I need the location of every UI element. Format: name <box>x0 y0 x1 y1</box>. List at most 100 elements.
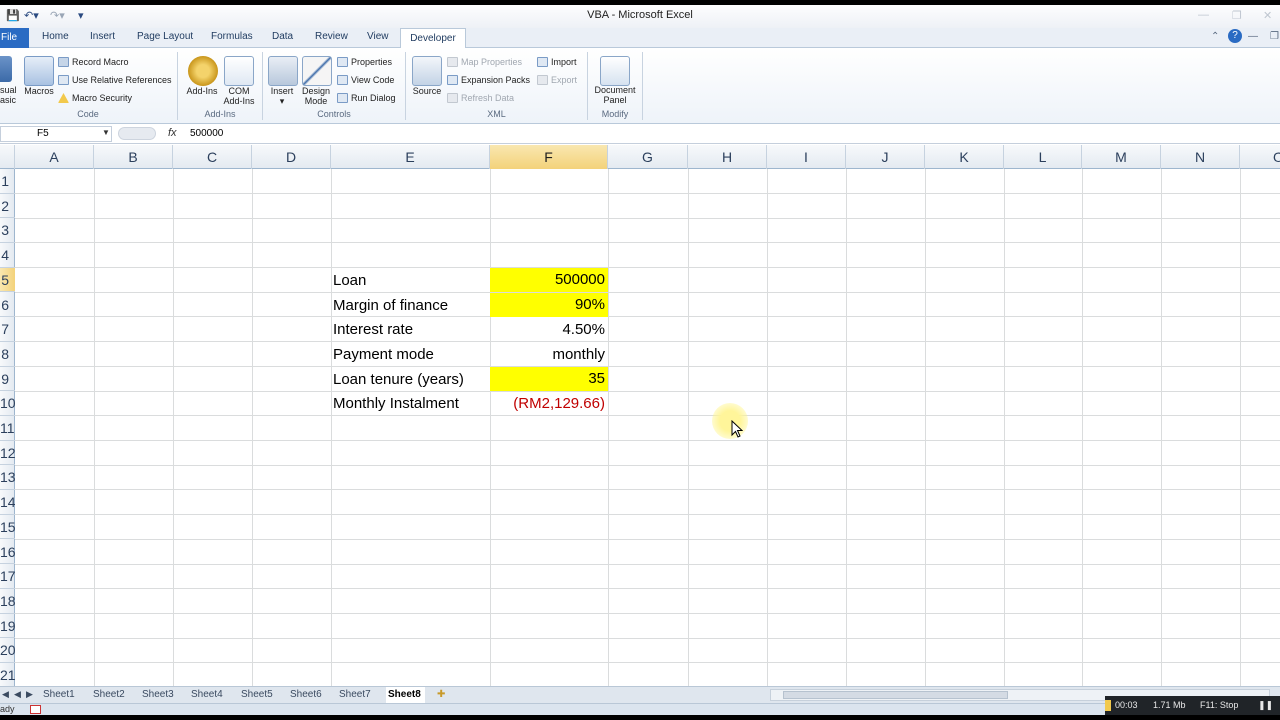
document-panel-icon[interactable] <box>600 56 630 86</box>
import-button[interactable]: Import <box>537 57 577 67</box>
insert-function-icon[interactable]: fx <box>168 127 177 139</box>
record-macro-button[interactable]: Record Macro <box>58 57 129 67</box>
tab-view[interactable]: View <box>367 31 389 42</box>
row-header-3[interactable]: 3 <box>0 218 15 244</box>
sheet-tab-6[interactable]: Sheet6 <box>290 689 322 700</box>
sheet-tab-1[interactable]: Sheet1 <box>43 689 75 700</box>
refresh-data-button[interactable]: Refresh Data <box>447 93 514 103</box>
formula-bar-expand-handle[interactable] <box>118 127 156 140</box>
col-header-c[interactable]: C <box>173 145 252 169</box>
sheet-tab-3[interactable]: Sheet3 <box>142 689 174 700</box>
wb-restore-icon[interactable]: ❐ <box>1270 31 1279 42</box>
col-header-n[interactable]: N <box>1161 145 1240 169</box>
document-panel-button[interactable]: Document Panel <box>590 85 640 105</box>
col-header-m[interactable]: M <box>1082 145 1161 169</box>
visual-basic-button[interactable]: sual asic <box>0 85 18 105</box>
tab-file[interactable]: File <box>0 28 29 48</box>
close-icon[interactable]: ✕ <box>1263 9 1272 22</box>
sheet-tab-4[interactable]: Sheet4 <box>191 689 223 700</box>
worksheet-grid[interactable]: A B C D E F G H I J K L M N O 1 2 3 4 5 … <box>0 145 1280 686</box>
source-button[interactable]: Source <box>406 86 448 96</box>
name-box[interactable]: F5 <box>0 126 112 142</box>
properties-button[interactable]: Properties <box>337 57 392 67</box>
row-header-7[interactable]: 7 <box>0 317 15 342</box>
row-header-12[interactable]: 12 <box>0 441 15 466</box>
col-header-b[interactable]: B <box>94 145 173 169</box>
use-relative-references-button[interactable]: Use Relative References <box>58 75 172 85</box>
row-header-4[interactable]: 4 <box>0 243 15 268</box>
row-header-13[interactable]: 13 <box>0 465 15 491</box>
col-header-o[interactable]: O <box>1240 145 1280 169</box>
run-dialog-button[interactable]: Run Dialog <box>337 93 396 103</box>
com-addins-icon[interactable] <box>224 56 254 86</box>
tab-data[interactable]: Data <box>272 31 293 42</box>
col-header-g[interactable]: G <box>608 145 688 169</box>
next-sheet-icon[interactable]: ▶ <box>26 689 33 700</box>
formula-input[interactable]: 500000 <box>190 128 223 139</box>
row-header-9[interactable]: 9 <box>0 367 15 392</box>
row-header-8[interactable]: 8 <box>0 342 15 367</box>
macro-security-button[interactable]: Macro Security <box>58 93 132 103</box>
col-header-k[interactable]: K <box>925 145 1004 169</box>
row-header-19[interactable]: 19 <box>0 614 15 639</box>
cell-e9[interactable]: Loan tenure (years) <box>333 368 464 392</box>
insert-sheet-icon[interactable]: ✚ <box>437 689 445 700</box>
row-header-2[interactable]: 2 <box>0 194 15 219</box>
insert-controls-icon[interactable] <box>268 56 298 86</box>
row-header-20[interactable]: 20 <box>0 638 15 663</box>
cell-e7[interactable]: Interest rate <box>333 318 413 342</box>
map-properties-button[interactable]: Map Properties <box>447 57 522 67</box>
row-header-17[interactable]: 17 <box>0 564 15 589</box>
row-header-21[interactable]: 21 <box>0 663 15 686</box>
source-icon[interactable] <box>412 56 442 86</box>
sheet-tab-8[interactable]: Sheet8 <box>386 687 425 703</box>
col-header-d[interactable]: D <box>252 145 331 169</box>
wb-minimize-icon[interactable]: — <box>1248 31 1258 42</box>
macros-icon[interactable] <box>24 56 54 86</box>
tab-review[interactable]: Review <box>315 31 348 42</box>
row-header-18[interactable]: 18 <box>0 589 15 614</box>
design-mode-button[interactable]: Design Mode <box>296 86 336 106</box>
addins-button[interactable]: Add-Ins <box>181 86 223 96</box>
col-header-h[interactable]: H <box>688 145 767 169</box>
cell-f7[interactable]: 4.50% <box>490 318 608 342</box>
tab-insert[interactable]: Insert <box>90 31 115 42</box>
col-header-a[interactable]: A <box>15 145 94 169</box>
cell-e5[interactable]: Loan <box>333 269 366 293</box>
cell-f6[interactable]: 90% <box>490 293 608 317</box>
addins-gear-icon[interactable] <box>188 56 218 86</box>
row-header-15[interactable]: 15 <box>0 515 15 540</box>
cell-f10[interactable]: (RM2,129.66) <box>490 392 608 416</box>
col-header-l[interactable]: L <box>1004 145 1082 169</box>
expansion-packs-button[interactable]: Expansion Packs <box>447 75 530 85</box>
cell-f8[interactable]: monthly <box>490 343 608 367</box>
visual-basic-icon[interactable] <box>0 56 12 82</box>
row-header-10[interactable]: 10 <box>0 391 15 416</box>
row-header-14[interactable]: 14 <box>0 490 15 515</box>
sheet-tab-5[interactable]: Sheet5 <box>241 689 273 700</box>
macros-button[interactable]: Macros <box>18 86 60 96</box>
horizontal-scroll-thumb[interactable] <box>783 691 1008 699</box>
cell-e8[interactable]: Payment mode <box>333 343 434 367</box>
view-code-button[interactable]: View Code <box>337 75 394 85</box>
tab-developer[interactable]: Developer <box>400 28 466 49</box>
help-icon[interactable]: ? <box>1228 29 1242 43</box>
design-mode-icon[interactable] <box>302 56 332 86</box>
recorder-stop-button[interactable]: F11: Stop <box>1200 700 1238 710</box>
prev-sheet-icon[interactable]: ◀ <box>14 689 21 700</box>
tab-formulas[interactable]: Formulas <box>211 31 253 42</box>
minimize-ribbon-icon[interactable]: ⌃ <box>1211 31 1219 42</box>
name-box-dropdown-icon[interactable]: ▼ <box>102 128 110 137</box>
cell-f9[interactable]: 35 <box>490 367 608 391</box>
first-sheet-icon[interactable]: ◀ <box>2 689 9 700</box>
tab-page-layout[interactable]: Page Layout <box>137 31 193 42</box>
row-header-6[interactable]: 6 <box>0 293 15 318</box>
row-header-5[interactable]: 5 <box>0 267 15 293</box>
col-header-e[interactable]: E <box>331 145 490 169</box>
row-header-16[interactable]: 16 <box>0 540 15 565</box>
recorder-pause-icon[interactable]: ❚❚ <box>1258 700 1273 711</box>
macro-record-status-icon[interactable] <box>30 705 41 714</box>
select-all-corner[interactable] <box>0 145 15 169</box>
col-header-f[interactable]: F <box>490 145 608 169</box>
col-header-i[interactable]: I <box>767 145 846 169</box>
